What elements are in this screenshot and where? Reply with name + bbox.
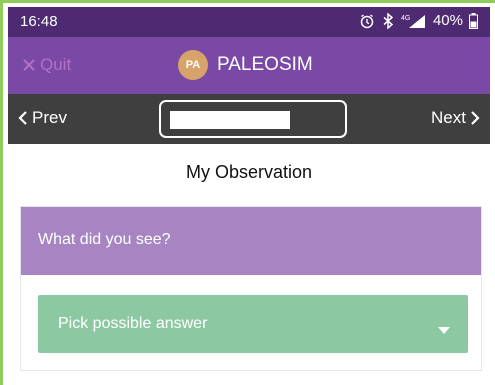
page-indicator[interactable] — [159, 100, 347, 138]
quit-button[interactable]: Quit — [22, 55, 71, 75]
chevron-right-icon — [470, 110, 480, 126]
question-header: What did you see? — [21, 207, 481, 275]
app-brand: PA PALEOSIM — [178, 50, 313, 80]
signal-icon: 4G — [401, 13, 427, 29]
answer-select[interactable]: Pick possible answer — [38, 295, 468, 353]
chevron-left-icon — [18, 110, 28, 126]
bluetooth-icon — [381, 12, 395, 29]
main-content: My Observation What did you see? Pick po… — [8, 144, 490, 385]
question-card: What did you see? Pick possible answer — [20, 206, 482, 371]
app-header: Quit PA PALEOSIM — [8, 37, 490, 94]
dropdown-arrow-icon — [438, 321, 450, 339]
next-label: Next — [431, 108, 466, 127]
alarm-icon — [359, 13, 375, 29]
next-button[interactable]: Next — [431, 108, 480, 128]
prev-button[interactable]: Prev — [18, 108, 67, 128]
battery-percent: 40% — [432, 12, 463, 29]
status-icons: 4G 40% — [359, 12, 478, 29]
status-time: 16:48 — [20, 13, 58, 30]
prev-label: Prev — [32, 108, 67, 127]
page-indicator-fill — [170, 111, 290, 129]
battery-icon — [469, 12, 478, 29]
answer-select-placeholder: Pick possible answer — [58, 315, 208, 332]
question-text: What did you see? — [38, 231, 171, 248]
close-icon — [22, 58, 36, 72]
app-logo: PA — [178, 50, 208, 80]
page-title: My Observation — [185, 162, 313, 182]
quit-label: Quit — [40, 55, 72, 74]
svg-text:4G: 4G — [401, 15, 410, 22]
app-name: PALEOSIM — [217, 54, 313, 75]
status-bar: 16:48 4G 40% — [8, 7, 490, 37]
navigation-bar: Prev Next — [8, 94, 490, 144]
